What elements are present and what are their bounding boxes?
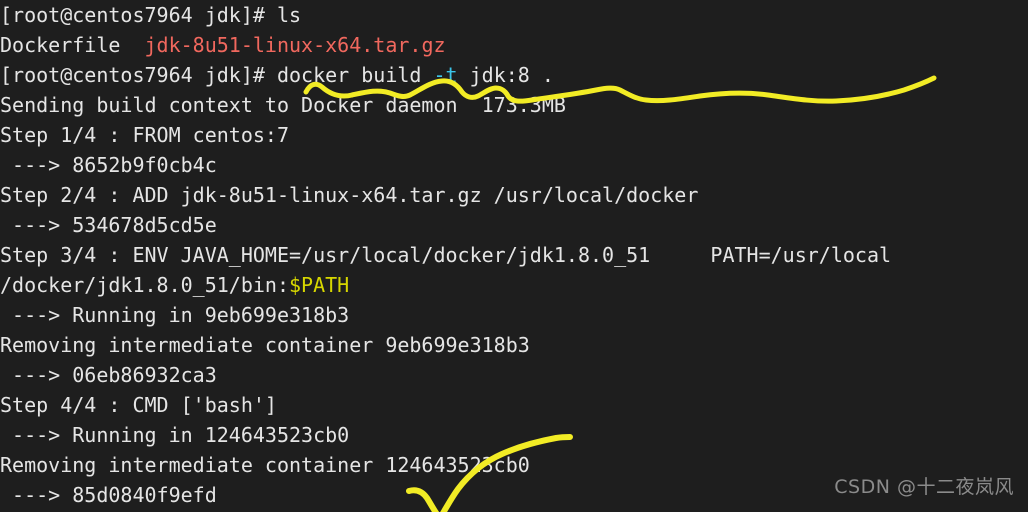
terminal-line-l12: Removing intermediate container 9eb699e3… <box>0 330 1028 360</box>
terminal-line-l14: Step 4/4 : CMD ['bash'] <box>0 390 1028 420</box>
terminal-text-segment: Removing intermediate container 9eb699e3… <box>0 333 530 357</box>
terminal-text-segment: jdk:8 . <box>457 63 554 87</box>
terminal-window[interactable]: [root@centos7964 jdk]# ls Dockerfile jdk… <box>0 0 1028 512</box>
terminal-text-segment: Dockerfile <box>0 33 145 57</box>
terminal-line-l3: [root@centos7964 jdk]# docker build -t j… <box>0 60 1028 90</box>
terminal-line-l4: Sending build context to Docker daemon 1… <box>0 90 1028 120</box>
terminal-text-segment: -t <box>433 63 458 87</box>
terminal-text-segment: Sending build context to Docker daemon 1… <box>0 93 566 117</box>
terminal-line-l1: [root@centos7964 jdk]# ls <box>0 0 1028 30</box>
terminal-line-l11: ---> Running in 9eb699e318b3 <box>0 300 1028 330</box>
terminal-line-l8: ---> 534678d5cd5e <box>0 210 1028 240</box>
csdn-watermark: CSDN @十二夜岚风 <box>834 476 1014 498</box>
terminal-line-l13: ---> 06eb86932ca3 <box>0 360 1028 390</box>
terminal-line-l5: Step 1/4 : FROM centos:7 <box>0 120 1028 150</box>
terminal-text-segment: $PATH <box>288 273 350 297</box>
terminal-text-segment: Step 4/4 : CMD ['bash'] <box>0 393 277 417</box>
terminal-output: [root@centos7964 jdk]# ls Dockerfile jdk… <box>0 0 1028 512</box>
terminal-text-segment: ---> 534678d5cd5e <box>0 213 217 237</box>
terminal-line-l10: /docker/jdk1.8.0_51/bin:$PATH <box>0 270 1028 300</box>
terminal-text-segment: Step 2/4 : ADD jdk-8u51-linux-x64.tar.gz… <box>0 183 699 207</box>
terminal-text-segment: Step 3/4 : ENV JAVA_HOME=/usr/local/dock… <box>0 243 892 267</box>
terminal-line-l7: Step 2/4 : ADD jdk-8u51-linux-x64.tar.gz… <box>0 180 1028 210</box>
terminal-line-l15: ---> Running in 124643523cb0 <box>0 420 1028 450</box>
terminal-line-l2: Dockerfile jdk-8u51-linux-x64.tar.gz <box>0 30 1028 60</box>
terminal-text-segment: ---> 06eb86932ca3 <box>0 363 217 387</box>
terminal-text-segment: [root@centos7964 jdk]# docker build <box>0 63 434 87</box>
terminal-line-l9: Step 3/4 : ENV JAVA_HOME=/usr/local/dock… <box>0 240 1028 270</box>
terminal-text-segment: ---> Running in 124643523cb0 <box>0 423 350 447</box>
terminal-text-segment: /docker/jdk1.8.0_51/bin: <box>0 273 289 297</box>
terminal-text-segment: jdk-8u51-linux-x64.tar.gz <box>144 33 446 57</box>
terminal-line-l6: ---> 8652b9f0cb4c <box>0 150 1028 180</box>
terminal-text-segment: Removing intermediate container 12464352… <box>0 453 530 477</box>
terminal-text-segment: ---> 8652b9f0cb4c <box>0 153 217 177</box>
terminal-text-segment: ---> Running in 9eb699e318b3 <box>0 303 350 327</box>
terminal-text-segment: Step 1/4 : FROM centos:7 <box>0 123 289 147</box>
terminal-text-segment: ---> 85d0840f9efd <box>0 483 217 507</box>
terminal-text-segment: [root@centos7964 jdk]# ls <box>0 3 302 27</box>
